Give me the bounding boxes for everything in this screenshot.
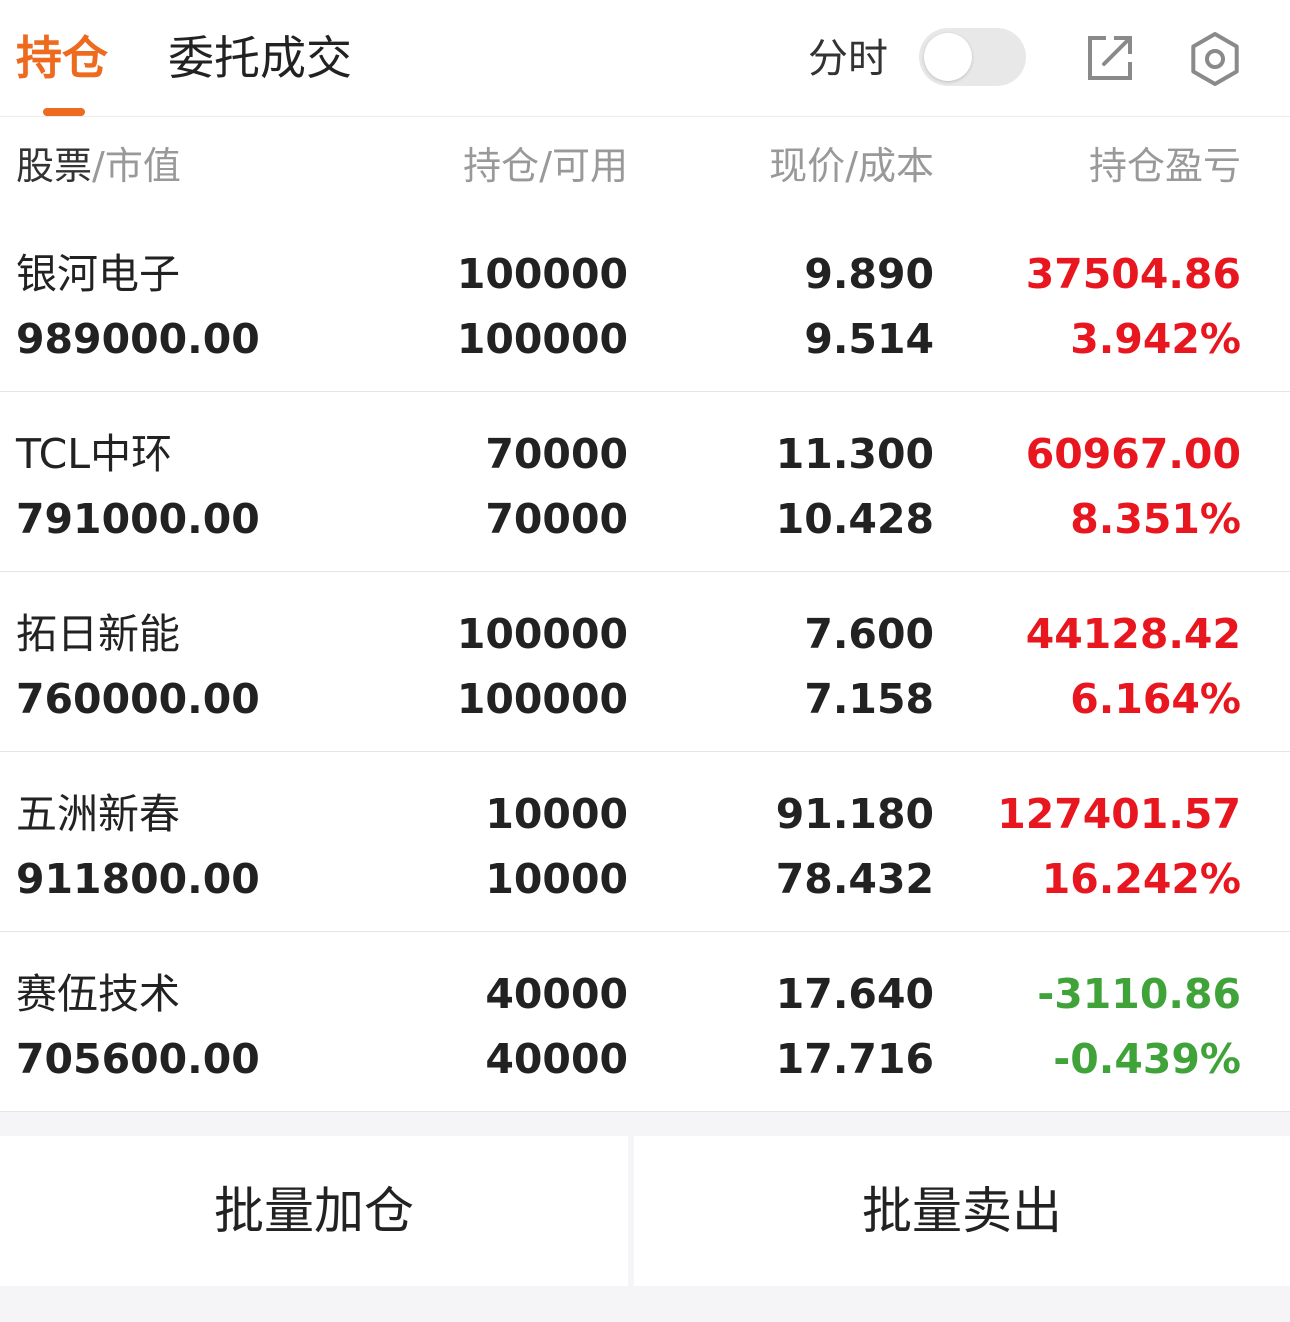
current-price: 7.600 bbox=[804, 610, 934, 658]
profit-loss-amount: 44128.42 bbox=[1025, 610, 1241, 658]
header-price: 现价 bbox=[769, 144, 846, 188]
profit-loss-amount: 37504.86 bbox=[1025, 250, 1241, 298]
profit-loss-percent: 3.942% bbox=[1070, 315, 1241, 363]
batch-sell-button[interactable]: 批量卖出 bbox=[634, 1136, 1290, 1286]
bottom-action-bar: 批量加仓 批量卖出 bbox=[0, 1112, 1290, 1322]
active-tab-indicator bbox=[43, 108, 85, 116]
cost-price: 9.514 bbox=[804, 315, 934, 363]
tab-holdings[interactable]: 持仓 bbox=[16, 28, 108, 88]
holding-row[interactable]: TCL中环 791000.00 70000 70000 11.300 10.42… bbox=[0, 392, 1290, 572]
toggle-knob bbox=[924, 33, 972, 81]
market-value: 911800.00 bbox=[16, 855, 260, 903]
available-qty: 10000 bbox=[485, 855, 628, 903]
cost-price: 10.428 bbox=[775, 495, 934, 543]
header-market-value: /市值 bbox=[92, 144, 181, 188]
stock-name: 拓日新能 bbox=[16, 610, 180, 658]
position-qty: 10000 bbox=[485, 790, 628, 838]
tab-orders[interactable]: 委托成交 bbox=[168, 28, 352, 88]
market-value: 705600.00 bbox=[16, 1035, 260, 1083]
header-available: /可用 bbox=[539, 144, 628, 188]
timeshare-label: 分时 bbox=[808, 36, 888, 82]
header-position: 持仓 bbox=[463, 144, 540, 188]
available-qty: 100000 bbox=[456, 675, 628, 723]
current-price: 17.640 bbox=[775, 970, 934, 1018]
top-tab-bar: 持仓 委托成交 分时 bbox=[0, 0, 1290, 117]
profit-loss-percent: 16.242% bbox=[1041, 855, 1241, 903]
batch-add-button[interactable]: 批量加仓 bbox=[0, 1136, 628, 1286]
header-stock-market-value[interactable]: 股票/市值 bbox=[16, 141, 181, 191]
holdings-list: 银河电子 989000.00 100000 100000 9.890 9.514… bbox=[0, 212, 1290, 1112]
position-qty: 100000 bbox=[456, 250, 628, 298]
holding-row[interactable]: 五洲新春 911800.00 10000 10000 91.180 78.432… bbox=[0, 752, 1290, 932]
profit-loss-amount: 127401.57 bbox=[997, 790, 1241, 838]
profit-loss-percent: -0.439% bbox=[1053, 1035, 1241, 1083]
current-price: 9.890 bbox=[804, 250, 934, 298]
cost-price: 17.716 bbox=[775, 1035, 934, 1083]
market-value: 989000.00 bbox=[16, 315, 260, 363]
header-holding-pl[interactable]: 持仓盈亏 bbox=[1089, 141, 1241, 191]
stock-name: 银河电子 bbox=[16, 250, 180, 298]
external-link-icon[interactable] bbox=[1082, 30, 1138, 86]
profit-loss-percent: 8.351% bbox=[1070, 495, 1241, 543]
profit-loss-amount: -3110.86 bbox=[1037, 970, 1241, 1018]
profit-loss-percent: 6.164% bbox=[1070, 675, 1241, 723]
available-qty: 100000 bbox=[456, 315, 628, 363]
market-value: 760000.00 bbox=[16, 675, 260, 723]
holding-row[interactable]: 赛伍技术 705600.00 40000 40000 17.640 17.716… bbox=[0, 932, 1290, 1112]
header-stock: 股票 bbox=[16, 144, 93, 188]
current-price: 91.180 bbox=[775, 790, 934, 838]
available-qty: 40000 bbox=[485, 1035, 628, 1083]
profit-loss-amount: 60967.00 bbox=[1025, 430, 1241, 478]
cost-price: 7.158 bbox=[804, 675, 934, 723]
current-price: 11.300 bbox=[775, 430, 934, 478]
stock-name: 赛伍技术 bbox=[16, 970, 180, 1018]
holding-row[interactable]: 银河电子 989000.00 100000 100000 9.890 9.514… bbox=[0, 212, 1290, 392]
timeshare-toggle[interactable] bbox=[919, 28, 1026, 86]
stock-name: 五洲新春 bbox=[16, 790, 180, 838]
available-qty: 70000 bbox=[485, 495, 628, 543]
header-position-available[interactable]: 持仓/可用 bbox=[463, 141, 628, 191]
cost-price: 78.432 bbox=[775, 855, 934, 903]
column-header: 股票/市值 持仓/可用 现价/成本 持仓盈亏 bbox=[0, 117, 1290, 212]
header-price-cost[interactable]: 现价/成本 bbox=[769, 141, 934, 191]
header-cost: /成本 bbox=[845, 144, 934, 188]
stock-name: TCL中环 bbox=[16, 430, 173, 478]
position-qty: 70000 bbox=[485, 430, 628, 478]
position-qty: 100000 bbox=[456, 610, 628, 658]
market-value: 791000.00 bbox=[16, 495, 260, 543]
gear-icon[interactable] bbox=[1186, 30, 1242, 86]
position-qty: 40000 bbox=[485, 970, 628, 1018]
holding-row[interactable]: 拓日新能 760000.00 100000 100000 7.600 7.158… bbox=[0, 572, 1290, 752]
